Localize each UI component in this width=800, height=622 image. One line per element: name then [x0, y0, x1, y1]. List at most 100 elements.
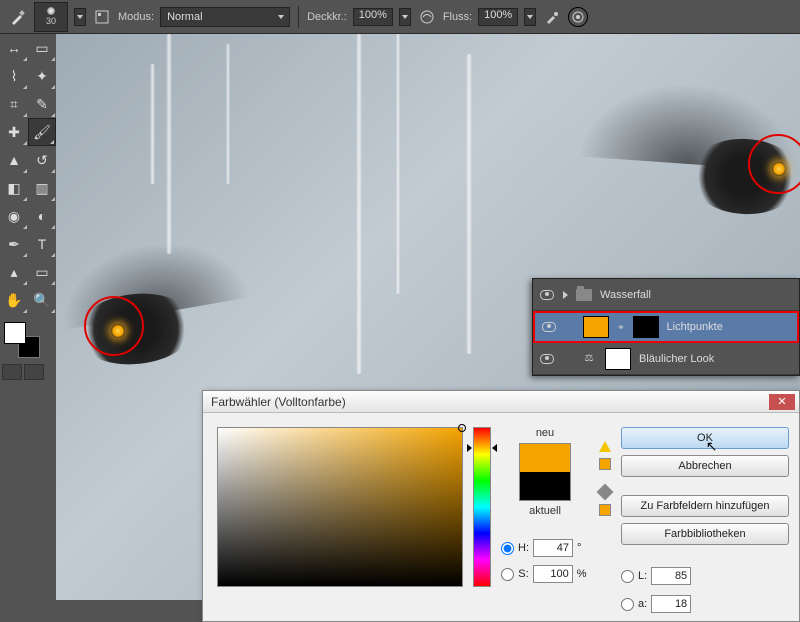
hand-tool[interactable]: ✋ [0, 286, 28, 314]
cancel-button[interactable]: Abbrechen [621, 455, 789, 477]
layer-name: Wasserfall [600, 289, 651, 301]
history-brush-tool[interactable]: ↺ [28, 146, 56, 174]
sv-cursor-icon [458, 424, 466, 432]
brush-panel-toggle-icon[interactable] [92, 7, 112, 27]
h-input[interactable]: 47 [533, 539, 573, 557]
hue-slider[interactable] [473, 427, 491, 587]
layer-thumb[interactable] [583, 316, 609, 338]
a-field: a: 18 [621, 595, 691, 613]
gamut-swatch[interactable] [599, 458, 611, 470]
l-field: L: 85 [621, 567, 691, 585]
color-preview [519, 443, 571, 501]
opacity-dropdown[interactable] [399, 8, 411, 26]
flow-dropdown[interactable] [524, 8, 536, 26]
eraser-tool[interactable]: ◧ [0, 174, 28, 202]
add-swatch-button[interactable]: Zu Farbfeldern hinzufügen [621, 495, 789, 517]
mode-label: Modus: [118, 11, 154, 23]
type-tool[interactable]: T [28, 230, 56, 258]
a-radio[interactable] [621, 598, 634, 611]
dodge-tool[interactable]: ◐ [28, 202, 56, 230]
pressure-size-icon[interactable] [568, 7, 588, 27]
h-unit: ° [577, 542, 589, 554]
brush-size-value: 30 [46, 16, 56, 26]
dialog-titlebar[interactable]: Farbwähler (Volltonfarbe) ✕ [203, 391, 799, 413]
ok-button[interactable]: OK ↖ [621, 427, 789, 449]
l-input[interactable]: 85 [651, 567, 691, 585]
s-input[interactable]: 100 [533, 565, 573, 583]
highlight-ring-right [748, 134, 800, 194]
layer-row-wasserfall[interactable]: Wasserfall [533, 279, 799, 311]
pressure-opacity-icon[interactable] [417, 7, 437, 27]
blend-mode-value: Normal [167, 11, 202, 23]
airbrush-icon[interactable] [542, 7, 562, 27]
color-libraries-button[interactable]: Farbbibliotheken [621, 523, 789, 545]
dialog-title: Farbwähler (Volltonfarbe) [211, 395, 346, 409]
l-radio[interactable] [621, 570, 634, 583]
disclosure-icon[interactable] [563, 291, 568, 299]
flow-value: 100% [484, 9, 512, 21]
brush-dot-icon [47, 7, 55, 15]
magic-wand-tool[interactable]: ✦ [28, 62, 56, 90]
flow-label: Fluss: [443, 11, 472, 23]
visibility-icon[interactable] [542, 322, 556, 332]
a-input[interactable]: 18 [651, 595, 691, 613]
eyedropper-tool[interactable]: ✎ [28, 90, 56, 118]
link-icon: ⚭ [617, 322, 625, 333]
blur-tool[interactable]: ◉ [0, 202, 28, 230]
layer-row-lichtpunkte[interactable]: ⚭ Lichtpunkte [533, 311, 799, 343]
current-color-swatch[interactable] [520, 472, 570, 500]
brush-size-preview[interactable]: 30 [34, 2, 68, 32]
blend-mode-select[interactable]: Normal [160, 7, 290, 27]
pen-tool[interactable]: ✒ [0, 230, 28, 258]
brush-preset-dropdown[interactable] [74, 8, 86, 26]
move-tool[interactable]: ↔ [0, 34, 28, 62]
opacity-label: Deckkr.: [307, 11, 347, 23]
h-field: H: 47 ° [501, 539, 589, 557]
new-color-swatch[interactable] [520, 444, 570, 472]
websafe-swatch[interactable] [599, 504, 611, 516]
shape-tool[interactable]: ▭ [28, 258, 56, 286]
opacity-input[interactable]: 100% [353, 8, 393, 26]
screen-mode-toggle[interactable] [24, 364, 44, 380]
color-swatches[interactable] [0, 318, 44, 362]
layer-mask-thumb[interactable] [605, 348, 631, 370]
s-unit: % [577, 568, 589, 580]
folder-icon [576, 289, 592, 301]
saturation-value-field[interactable] [217, 427, 463, 587]
highlight-ring-left [84, 296, 144, 356]
websafe-icon[interactable] [597, 484, 614, 501]
brush-tool[interactable]: 🖌 [28, 118, 56, 146]
foreground-swatch[interactable] [4, 322, 26, 344]
layer-row-blaulook[interactable]: ⚖ Bläulicher Look [533, 343, 799, 375]
crop-tool[interactable]: ⌗ [0, 90, 28, 118]
quick-mask-toggle[interactable] [2, 364, 22, 380]
layer-mask-thumb[interactable] [633, 316, 659, 338]
selection-tool[interactable]: ▭ [28, 34, 56, 62]
lasso-tool[interactable]: ⌇ [0, 62, 28, 90]
visibility-icon[interactable] [540, 290, 554, 300]
gamut-warning-icon[interactable] [599, 441, 611, 452]
options-bar: 30 Modus: Normal Deckkr.: 100% Fluss: 10… [0, 0, 800, 34]
toolbox: ↔ ▭ ⌇ ✦ ⌗ ✎ ✚ 🖌 ▲ ↺ ◧ ▥ ◉ ◐ ✒ T ▴ ▭ ✋ 🔍 [0, 34, 56, 600]
color-picker-dialog: Farbwähler (Volltonfarbe) ✕ neu aktuell … [202, 390, 800, 622]
path-select-tool[interactable]: ▴ [0, 258, 28, 286]
new-label: neu [536, 427, 554, 439]
brush-tool-icon[interactable] [8, 7, 28, 27]
layers-panel: Wasserfall ⚭ Lichtpunkte ⚖ Bläulicher Lo… [532, 278, 800, 376]
healing-tool[interactable]: ✚ [0, 118, 28, 146]
opacity-value: 100% [359, 9, 387, 21]
libraries-label: Farbbibliotheken [664, 528, 745, 540]
cursor-icon: ↖ [706, 438, 718, 455]
layer-name: Bläulicher Look [639, 353, 714, 365]
visibility-icon[interactable] [540, 354, 554, 364]
flow-input[interactable]: 100% [478, 8, 518, 26]
stamp-tool[interactable]: ▲ [0, 146, 28, 174]
add-swatch-label: Zu Farbfeldern hinzufügen [640, 500, 769, 512]
divider [298, 6, 299, 28]
h-radio[interactable] [501, 542, 514, 555]
zoom-tool[interactable]: 🔍 [28, 286, 56, 314]
close-button[interactable]: ✕ [769, 394, 795, 410]
s-radio[interactable] [501, 568, 514, 581]
layer-name: Lichtpunkte [667, 321, 723, 333]
gradient-tool[interactable]: ▥ [28, 174, 56, 202]
